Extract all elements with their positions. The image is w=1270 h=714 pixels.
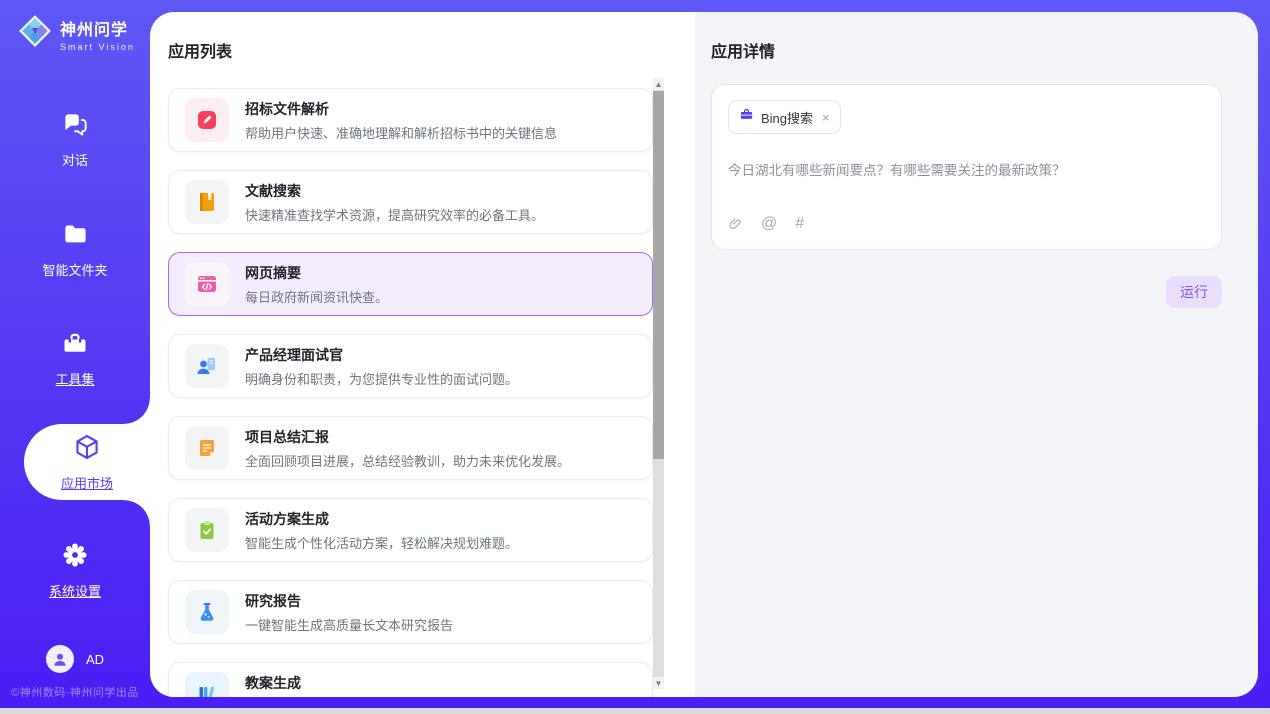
- brand-name: 神州问学: [60, 16, 135, 40]
- sidebar: 神州问学 Smart Vision 对话智能文件夹工具集应用市场系统设置 AD …: [0, 0, 150, 711]
- app-card-description: 帮助用户快速、准确地理解和解析招标书中的关键信息: [245, 123, 557, 142]
- app-card-text: 文献搜索快速精准查找学术资源，提高研究效率的必备工具。: [245, 181, 544, 224]
- app-card[interactable]: 研究报告一键智能生成高质量长文本研究报告: [168, 580, 653, 644]
- app-list-title: 应用列表: [168, 38, 653, 62]
- toolbox-icon: [61, 329, 89, 362]
- sidebar-item-label: 对话: [62, 150, 88, 169]
- app-detail-panel: 应用详情 Bing搜索 × 今日湖北有哪些新闻要点？有哪些需要关注的最新政策？: [695, 12, 1258, 697]
- sidebar-item-label: 工具集: [55, 369, 94, 388]
- app-card-description: 一键智能生成高质量长文本研究报告: [245, 615, 453, 634]
- brand-logo: 神州问学 Smart Vision: [18, 14, 135, 53]
- research-icon: [185, 590, 229, 634]
- bottom-strip: [0, 708, 1270, 711]
- app-card-description: 明确身份和职责，为您提供专业性的面试问题。: [245, 369, 518, 388]
- prompt-toolbar: @ #: [728, 215, 1205, 233]
- cube-icon: [73, 433, 101, 466]
- scroll-down-arrow-icon[interactable]: ▼: [653, 677, 664, 689]
- app-card-text: 项目总结汇报全面回顾项目进展，总结经验教训，助力未来优化发展。: [245, 427, 570, 470]
- app-card[interactable]: 文献搜索快速精准查找学术资源，提高研究效率的必备工具。: [168, 170, 653, 234]
- app-card[interactable]: 招标文件解析帮助用户快速、准确地理解和解析招标书中的关键信息: [168, 88, 653, 152]
- scroll-up-arrow-icon[interactable]: ▲: [653, 78, 664, 90]
- books-icon: [185, 672, 229, 697]
- chat-icon: [62, 111, 89, 143]
- app-list-scrollbar[interactable]: ▲ ▼: [653, 78, 664, 689]
- user-profile[interactable]: AD: [0, 645, 150, 673]
- tool-tag-bing-search[interactable]: Bing搜索 ×: [728, 100, 841, 134]
- interview-icon: [185, 344, 229, 388]
- note-icon: [185, 426, 229, 470]
- app-window: 神州问学 Smart Vision 对话智能文件夹工具集应用市场系统设置 AD …: [0, 0, 1270, 711]
- tool-tag-label: Bing搜索: [761, 108, 813, 127]
- app-card-list: 招标文件解析帮助用户快速、准确地理解和解析招标书中的关键信息文献搜索快速精准查找…: [168, 88, 653, 697]
- main-content: 应用列表 招标文件解析帮助用户快速、准确地理解和解析招标书中的关键信息文献搜索快…: [150, 12, 1258, 697]
- app-card-text: 活动方案生成智能生成个性化活动方案，轻松解决规划难题。: [245, 509, 518, 552]
- run-button[interactable]: 运行: [1166, 276, 1222, 308]
- clipboard-icon: [185, 508, 229, 552]
- app-card-title: 研究报告: [245, 591, 453, 611]
- app-card-description: 快速精准查找学术资源，提高研究效率的必备工具。: [245, 205, 544, 224]
- sidebar-item-1[interactable]: 智能文件夹: [0, 212, 150, 288]
- sidebar-item-2[interactable]: 工具集: [0, 320, 150, 396]
- book-icon: [185, 180, 229, 224]
- app-card[interactable]: 项目总结汇报全面回顾项目进展，总结经验教训，助力未来优化发展。: [168, 416, 653, 480]
- copyright-footer: ©神州数码·神州问学出品: [0, 684, 150, 700]
- web-code-icon: [185, 262, 229, 306]
- hash-icon[interactable]: #: [795, 215, 804, 233]
- avatar: [46, 645, 74, 673]
- scrollbar-thumb[interactable]: [653, 91, 664, 459]
- app-card-title: 活动方案生成: [245, 509, 518, 529]
- brand-text: 神州问学 Smart Vision: [60, 16, 135, 52]
- app-card-description: 智能生成个性化活动方案，轻松解决规划难题。: [245, 533, 518, 552]
- mention-icon[interactable]: @: [761, 215, 777, 233]
- brand-subtitle: Smart Vision: [60, 42, 135, 52]
- app-card-description: 全面回顾项目进展，总结经验教训，助力未来优化发展。: [245, 451, 570, 470]
- gear-icon: [61, 541, 89, 574]
- briefcase-icon: [739, 107, 754, 127]
- app-card-title: 项目总结汇报: [245, 427, 570, 447]
- sidebar-item-label: 智能文件夹: [42, 260, 107, 279]
- prompt-card: Bing搜索 × 今日湖北有哪些新闻要点？有哪些需要关注的最新政策？ @ #: [711, 84, 1222, 250]
- app-card-text: 研究报告一键智能生成高质量长文本研究报告: [245, 591, 453, 634]
- app-card-title: 招标文件解析: [245, 99, 557, 119]
- app-card-description: 模板驱动，教案秒成，教学准备从此轻松快捷: [245, 697, 505, 698]
- app-detail-title: 应用详情: [711, 38, 1222, 62]
- app-card[interactable]: 活动方案生成智能生成个性化活动方案，轻松解决规划难题。: [168, 498, 653, 562]
- run-row: 运行: [711, 276, 1222, 308]
- app-list-panel: 应用列表 招标文件解析帮助用户快速、准确地理解和解析招标书中的关键信息文献搜索快…: [150, 12, 695, 697]
- app-card-title: 网页摘要: [245, 263, 388, 283]
- brand-diamond-icon: [18, 14, 52, 53]
- attachment-icon[interactable]: [728, 216, 743, 233]
- app-card-title: 文献搜索: [245, 181, 544, 201]
- app-card-text: 产品经理面试官明确身份和职责，为您提供专业性的面试问题。: [245, 345, 518, 388]
- app-card[interactable]: 产品经理面试官明确身份和职责，为您提供专业性的面试问题。: [168, 334, 653, 398]
- tag-close-icon[interactable]: ×: [822, 111, 830, 124]
- app-card[interactable]: 网页摘要每日政府新闻资讯快查。: [168, 252, 653, 316]
- sidebar-item-3[interactable]: 应用市场: [24, 424, 150, 500]
- app-card-title: 教案生成: [245, 673, 505, 693]
- app-card-description: 每日政府新闻资讯快查。: [245, 287, 388, 306]
- app-card[interactable]: 教案生成模板驱动，教案秒成，教学准备从此轻松快捷: [168, 662, 653, 697]
- doc-edit-icon: [185, 98, 229, 142]
- scrollbar-track[interactable]: [653, 90, 664, 677]
- sidebar-item-label: 系统设置: [49, 581, 101, 600]
- app-card-text: 招标文件解析帮助用户快速、准确地理解和解析招标书中的关键信息: [245, 99, 557, 142]
- user-initials: AD: [86, 652, 104, 667]
- sidebar-item-0[interactable]: 对话: [0, 102, 150, 178]
- app-card-text: 教案生成模板驱动，教案秒成，教学准备从此轻松快捷: [245, 673, 505, 698]
- sidebar-item-4[interactable]: 系统设置: [0, 532, 150, 608]
- app-card-text: 网页摘要每日政府新闻资讯快查。: [245, 263, 388, 306]
- folder-icon: [62, 221, 89, 253]
- app-card-title: 产品经理面试官: [245, 345, 518, 365]
- prompt-input[interactable]: 今日湖北有哪些新闻要点？有哪些需要关注的最新政策？: [728, 159, 1205, 179]
- sidebar-item-label: 应用市场: [61, 473, 113, 492]
